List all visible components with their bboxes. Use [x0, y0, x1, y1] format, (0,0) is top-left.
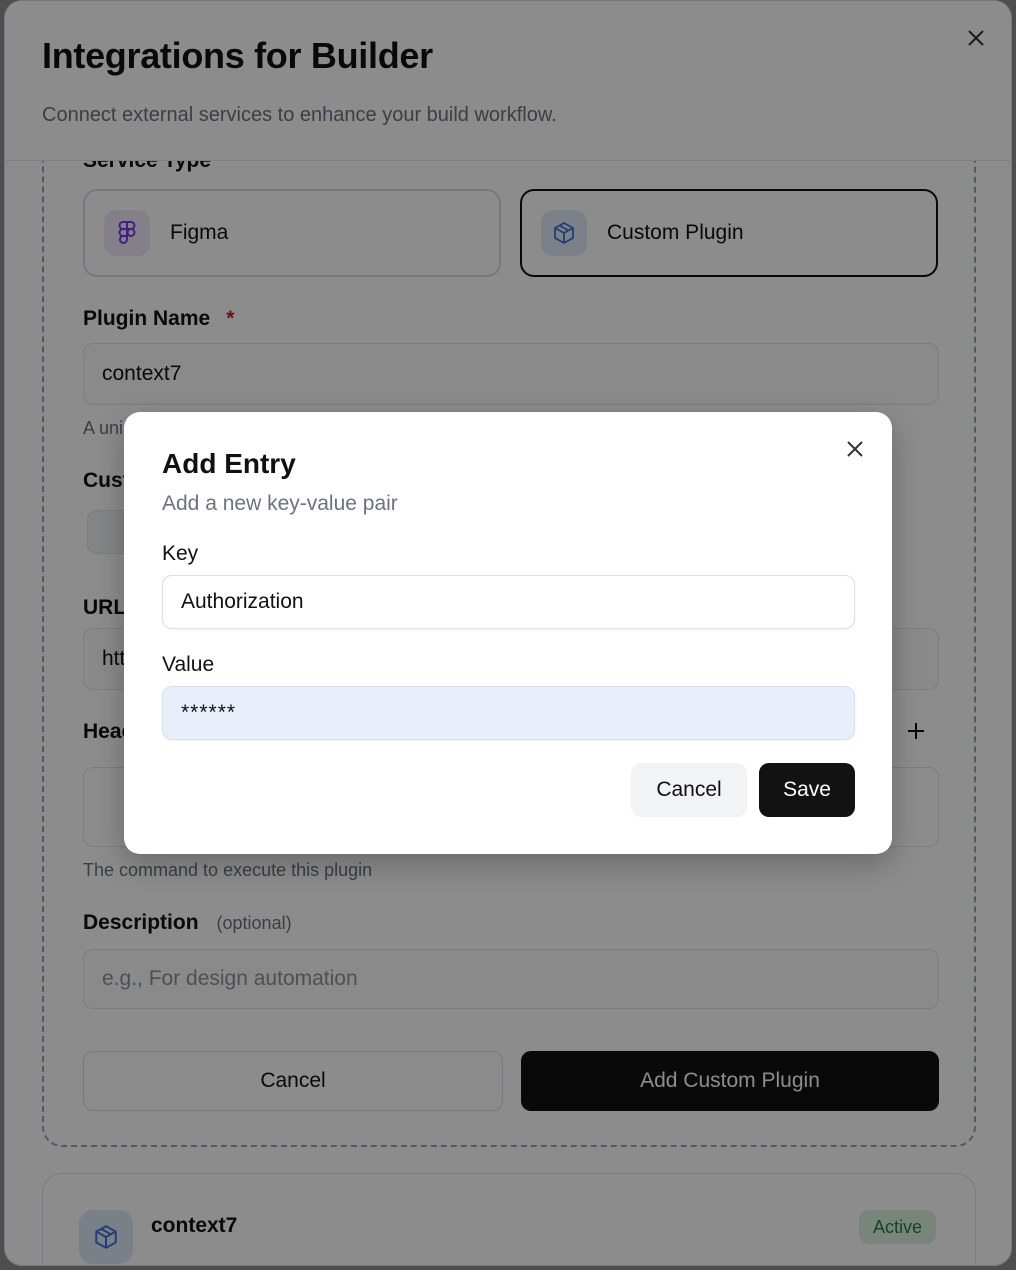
dialog-save-button[interactable]: Save — [759, 763, 855, 817]
dialog-close-button[interactable] — [842, 436, 868, 462]
key-label: Key — [162, 542, 199, 565]
value-label: Value — [162, 653, 215, 676]
dialog-title: Add Entry — [162, 448, 296, 479]
dialog-subtitle: Add a new key-value pair — [162, 492, 398, 515]
dialog-cancel-button[interactable]: Cancel — [631, 763, 747, 817]
value-input[interactable]: ****** — [162, 686, 855, 740]
close-icon — [847, 441, 863, 457]
add-entry-dialog: Add Entry Add a new key-value pair Key A… — [124, 412, 892, 854]
key-input[interactable]: Authorization — [162, 575, 855, 629]
